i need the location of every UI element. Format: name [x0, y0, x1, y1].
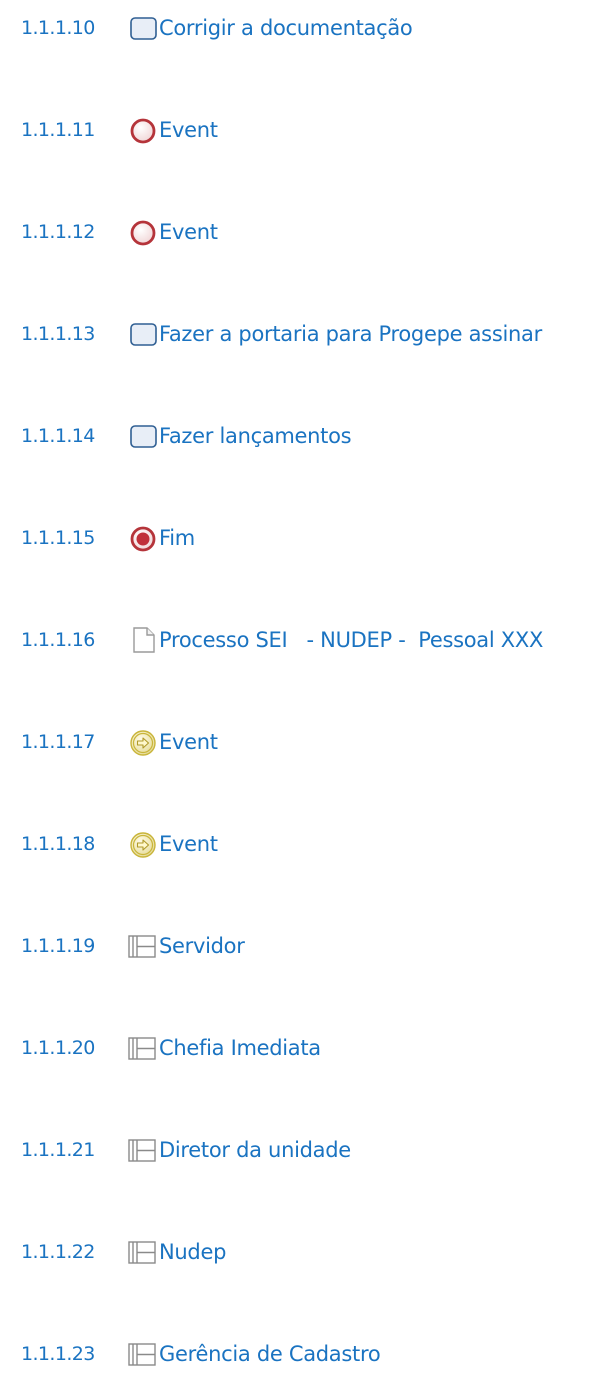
outline-entry[interactable]: 1.1.1.15 Fim	[0, 518, 604, 558]
entry-label[interactable]: Event	[159, 832, 218, 856]
outline-entry[interactable]: 1.1.1.19 Servidor	[0, 926, 604, 966]
entry-number: 1.1.1.11	[21, 119, 95, 141]
entry-label[interactable]: Processo SEI - NUDEP - Pessoal XXX	[159, 628, 543, 652]
entry-label[interactable]: Chefia Imediata	[159, 1036, 321, 1060]
outline-entry[interactable]: 1.1.1.11 Event	[0, 110, 604, 150]
entry-label[interactable]: Event	[159, 220, 218, 244]
entry-number: 1.1.1.12	[21, 221, 95, 243]
outline-entry[interactable]: 1.1.1.10 Corrigir a documentação	[0, 8, 604, 48]
outline-entry[interactable]: 1.1.1.20 Chefia Imediata	[0, 1028, 604, 1068]
entry-label[interactable]: Servidor	[159, 934, 245, 958]
task-icon	[130, 323, 157, 346]
entry-number: 1.1.1.10	[21, 17, 95, 39]
outline-entry[interactable]: 1.1.1.16 Processo SEI - NUDEP - Pessoal …	[0, 620, 604, 660]
lane-icon	[128, 1343, 156, 1366]
outline-entry[interactable]: 1.1.1.17 Event	[0, 722, 604, 762]
entry-number: 1.1.1.14	[21, 425, 95, 447]
entry-number: 1.1.1.19	[21, 935, 95, 957]
entry-label[interactable]: Fim	[159, 526, 195, 550]
entry-label[interactable]: Diretor da unidade	[159, 1138, 351, 1162]
entry-label[interactable]: Fazer lançamentos	[159, 424, 352, 448]
entry-label[interactable]: Gerência de Cadastro	[159, 1342, 381, 1366]
outline-entry[interactable]: 1.1.1.21 Diretor da unidade	[0, 1130, 604, 1170]
entry-number: 1.1.1.20	[21, 1037, 95, 1059]
entry-number: 1.1.1.17	[21, 731, 95, 753]
entry-number: 1.1.1.16	[21, 629, 95, 651]
outline-entry[interactable]: 1.1.1.14 Fazer lançamentos	[0, 416, 604, 456]
lane-icon	[128, 935, 156, 958]
entry-number: 1.1.1.13	[21, 323, 95, 345]
entry-number: 1.1.1.21	[21, 1139, 95, 1161]
document-icon	[133, 627, 155, 653]
outline-entry[interactable]: 1.1.1.18 Event	[0, 824, 604, 864]
outline-entry[interactable]: 1.1.1.13 Fazer a portaria para Progepe a…	[0, 314, 604, 354]
entry-number: 1.1.1.15	[21, 527, 95, 549]
terminate-end-event-icon	[130, 526, 156, 552]
end-event-icon	[130, 118, 156, 144]
entry-label[interactable]: Fazer a portaria para Progepe assinar	[159, 322, 542, 346]
entry-number: 1.1.1.23	[21, 1343, 95, 1365]
task-icon	[130, 425, 157, 448]
entry-label[interactable]: Corrigir a documentação	[159, 16, 413, 40]
lane-icon	[128, 1241, 156, 1264]
entry-label[interactable]: Nudep	[159, 1240, 226, 1264]
entry-number: 1.1.1.18	[21, 833, 95, 855]
lane-icon	[128, 1139, 156, 1162]
entry-label[interactable]: Event	[159, 730, 218, 754]
lane-icon	[128, 1037, 156, 1060]
task-icon	[130, 17, 157, 40]
link-event-icon	[130, 730, 156, 756]
outline-entry[interactable]: 1.1.1.22 Nudep	[0, 1232, 604, 1272]
entry-label[interactable]: Event	[159, 118, 218, 142]
end-event-icon	[130, 220, 156, 246]
outline-entry[interactable]: 1.1.1.23 Gerência de Cadastro	[0, 1334, 604, 1374]
outline-entry[interactable]: 1.1.1.12 Event	[0, 212, 604, 252]
link-event-icon	[130, 832, 156, 858]
entry-number: 1.1.1.22	[21, 1241, 95, 1263]
